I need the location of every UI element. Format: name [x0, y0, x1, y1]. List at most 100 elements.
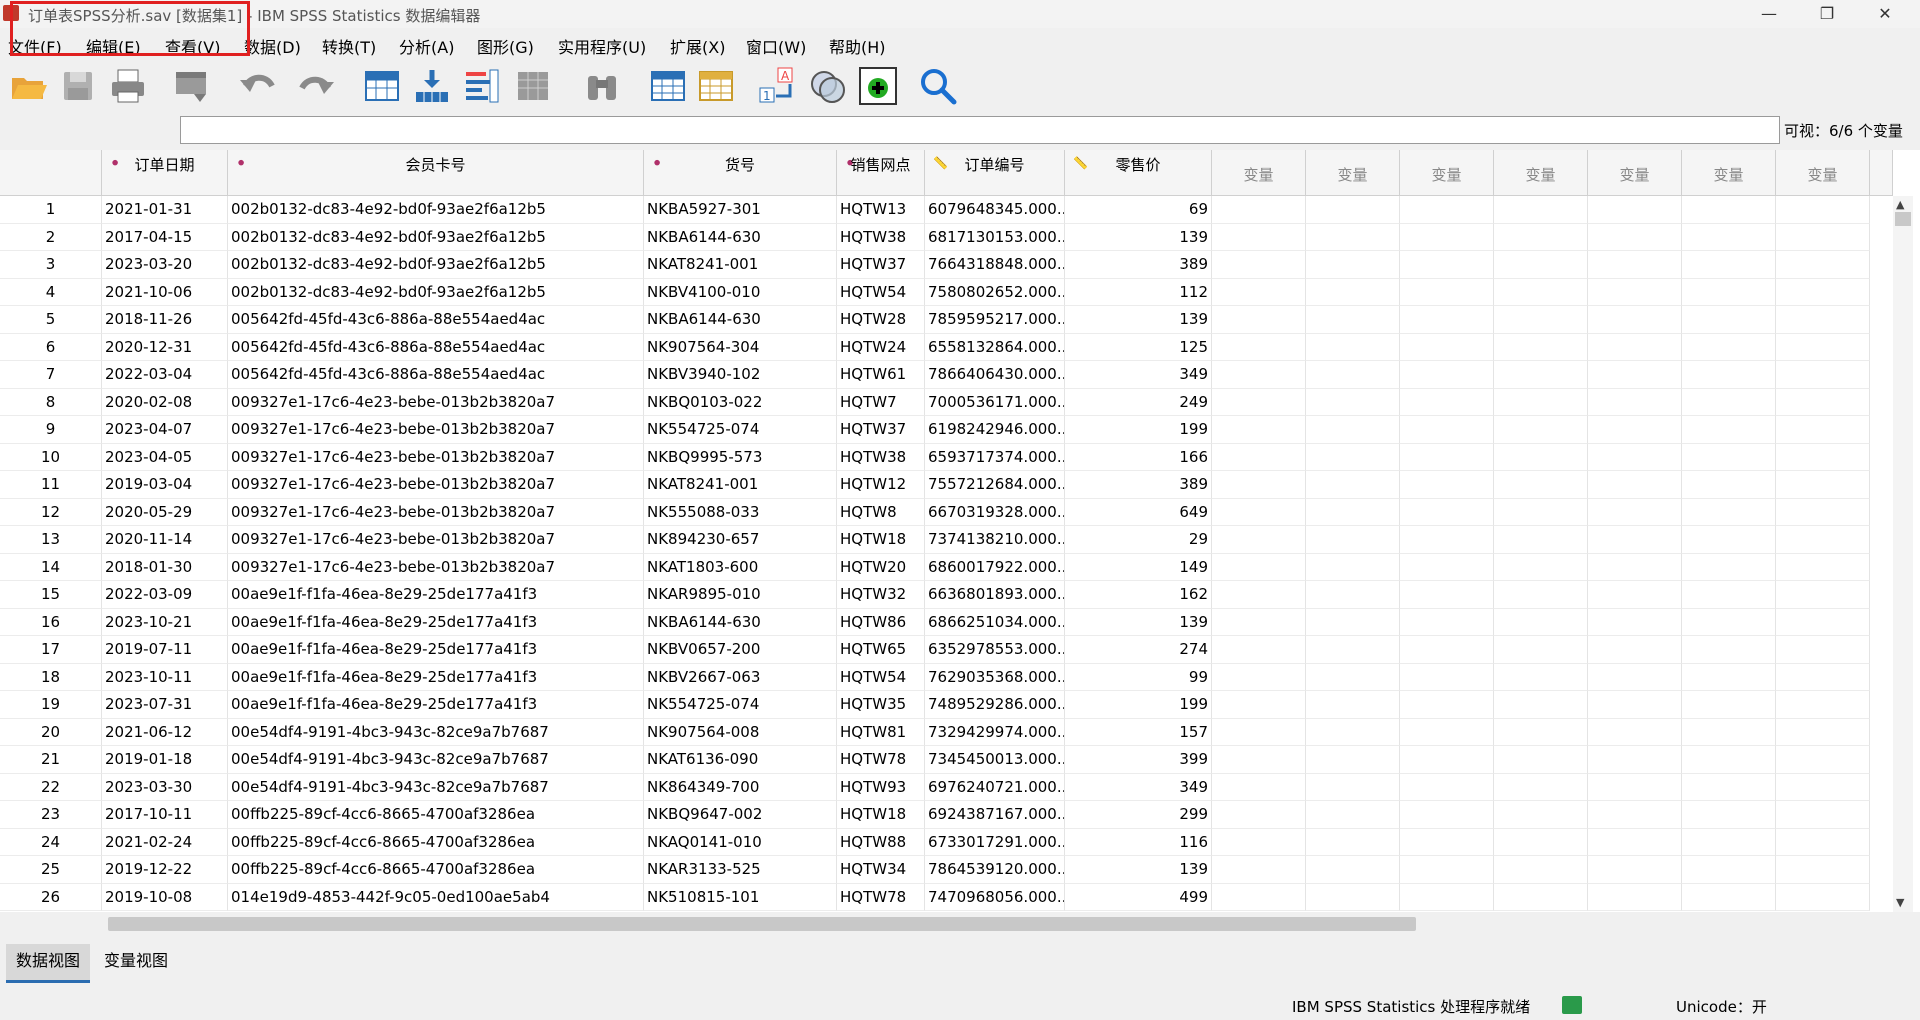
- empty-cell[interactable]: [1588, 636, 1682, 664]
- empty-cell[interactable]: [1400, 691, 1494, 719]
- empty-cell[interactable]: [1400, 251, 1494, 279]
- empty-cell[interactable]: [1212, 196, 1306, 224]
- row-number[interactable]: 10: [0, 443, 102, 471]
- empty-variable-column[interactable]: [1870, 150, 1893, 196]
- cell-sales-outlet[interactable]: HQTW20: [837, 553, 925, 581]
- cell-order-date[interactable]: 2017-10-11: [102, 801, 228, 829]
- empty-cell[interactable]: [1400, 278, 1494, 306]
- empty-cell[interactable]: [1776, 251, 1870, 279]
- cell-sales-outlet[interactable]: HQTW32: [837, 581, 925, 609]
- row-number[interactable]: 21: [0, 746, 102, 774]
- cell-order-date[interactable]: 2017-04-15: [102, 223, 228, 251]
- empty-cell[interactable]: [1306, 361, 1400, 389]
- empty-cell[interactable]: [1682, 636, 1776, 664]
- cell-member-card[interactable]: 002b0132-dc83-4e92-bd0f-93ae2f6a12b5: [228, 196, 644, 224]
- cell-sales-outlet[interactable]: HQTW81: [837, 718, 925, 746]
- cell-order-id[interactable]: 7470968056.000...: [925, 883, 1065, 911]
- cell-sales-outlet[interactable]: HQTW88: [837, 828, 925, 856]
- cell-order-id[interactable]: 6733017291.000...: [925, 828, 1065, 856]
- empty-cell[interactable]: [1588, 388, 1682, 416]
- empty-cell[interactable]: [1306, 801, 1400, 829]
- cell-retail-price[interactable]: 116: [1065, 828, 1212, 856]
- cell-sales-outlet[interactable]: HQTW34: [837, 856, 925, 884]
- empty-cell[interactable]: [1494, 746, 1588, 774]
- empty-cell[interactable]: [1400, 581, 1494, 609]
- cell-order-date[interactable]: 2023-04-05: [102, 443, 228, 471]
- empty-cell[interactable]: [1306, 663, 1400, 691]
- empty-cell[interactable]: [1306, 553, 1400, 581]
- cell-item-no[interactable]: NKBV3940-102: [644, 361, 837, 389]
- cell-member-card[interactable]: 009327e1-17c6-4e23-bebe-013b2b3820a7: [228, 526, 644, 554]
- use-sets-icon[interactable]: [858, 66, 898, 106]
- row-number[interactable]: 13: [0, 526, 102, 554]
- cell-member-card[interactable]: 00e54df4-9191-4bc3-943c-82ce9a7b7687: [228, 773, 644, 801]
- empty-cell[interactable]: [1494, 471, 1588, 499]
- cell-sales-outlet[interactable]: HQTW37: [837, 416, 925, 444]
- empty-cell[interactable]: [1400, 333, 1494, 361]
- cell-item-no[interactable]: NK555088-033: [644, 498, 837, 526]
- cell-retail-price[interactable]: 349: [1065, 361, 1212, 389]
- menu-transform[interactable]: 转换(T): [322, 34, 376, 58]
- menu-extensions[interactable]: 扩展(X): [670, 34, 725, 58]
- empty-cell[interactable]: [1588, 553, 1682, 581]
- goto-case-icon[interactable]: [362, 66, 402, 106]
- empty-cell[interactable]: [1212, 636, 1306, 664]
- empty-cell[interactable]: [1588, 251, 1682, 279]
- tab-variable-view[interactable]: 变量视图: [94, 944, 178, 980]
- cell-retail-price[interactable]: 649: [1065, 498, 1212, 526]
- variables-icon[interactable]: [462, 66, 502, 106]
- cell-retail-price[interactable]: 199: [1065, 416, 1212, 444]
- cell-order-id[interactable]: 6924387167.000...: [925, 801, 1065, 829]
- cell-retail-price[interactable]: 149: [1065, 553, 1212, 581]
- column-header-sales-outlet[interactable]: ⚫ 销售网点: [837, 150, 925, 196]
- cell-sales-outlet[interactable]: HQTW18: [837, 526, 925, 554]
- scroll-up-arrow-icon[interactable]: ▲: [1896, 198, 1904, 211]
- menu-window[interactable]: 窗口(W): [746, 34, 806, 58]
- vertical-scrollbar[interactable]: ▲ ▼: [1893, 196, 1913, 912]
- empty-variable-column[interactable]: 变量: [1306, 150, 1400, 196]
- empty-cell[interactable]: [1306, 856, 1400, 884]
- cell-retail-price[interactable]: 162: [1065, 581, 1212, 609]
- row-number[interactable]: 4: [0, 278, 102, 306]
- row-number[interactable]: 3: [0, 251, 102, 279]
- empty-cell[interactable]: [1494, 691, 1588, 719]
- row-number[interactable]: 1: [0, 196, 102, 224]
- row-number[interactable]: 26: [0, 883, 102, 911]
- empty-cell[interactable]: [1212, 691, 1306, 719]
- cell-retail-price[interactable]: 199: [1065, 691, 1212, 719]
- empty-cell[interactable]: [1494, 883, 1588, 911]
- empty-cell[interactable]: [1400, 471, 1494, 499]
- empty-variable-column[interactable]: 变量: [1588, 150, 1682, 196]
- cell-retail-price[interactable]: 166: [1065, 443, 1212, 471]
- empty-cell[interactable]: [1776, 608, 1870, 636]
- search-icon[interactable]: [918, 66, 958, 106]
- row-number[interactable]: 14: [0, 553, 102, 581]
- empty-cell[interactable]: [1494, 388, 1588, 416]
- cell-order-date[interactable]: 2019-03-04: [102, 471, 228, 499]
- cell-sales-outlet[interactable]: HQTW86: [837, 608, 925, 636]
- cell-item-no[interactable]: NK894230-657: [644, 526, 837, 554]
- row-number[interactable]: 5: [0, 306, 102, 334]
- empty-variable-column[interactable]: 变量: [1400, 150, 1494, 196]
- cell-member-card[interactable]: 00ae9e1f-f1fa-46ea-8e29-25de177a41f3: [228, 608, 644, 636]
- cell-item-no[interactable]: NK510815-101: [644, 883, 837, 911]
- cell-sales-outlet[interactable]: HQTW65: [837, 636, 925, 664]
- empty-cell[interactable]: [1494, 251, 1588, 279]
- cell-member-card[interactable]: 00ae9e1f-f1fa-46ea-8e29-25de177a41f3: [228, 636, 644, 664]
- cell-retail-price[interactable]: 499: [1065, 883, 1212, 911]
- insert-variable-icon[interactable]: [696, 66, 736, 106]
- cell-sales-outlet[interactable]: HQTW54: [837, 663, 925, 691]
- empty-cell[interactable]: [1212, 581, 1306, 609]
- cell-order-date[interactable]: 2021-10-06: [102, 278, 228, 306]
- empty-cell[interactable]: [1682, 746, 1776, 774]
- empty-cell[interactable]: [1682, 663, 1776, 691]
- empty-cell[interactable]: [1776, 883, 1870, 911]
- empty-cell[interactable]: [1682, 333, 1776, 361]
- empty-cell[interactable]: [1588, 471, 1682, 499]
- empty-cell[interactable]: [1494, 416, 1588, 444]
- column-header-order-id[interactable]: 📏 订单编号: [925, 150, 1065, 196]
- cell-member-card[interactable]: 009327e1-17c6-4e23-bebe-013b2b3820a7: [228, 388, 644, 416]
- row-number[interactable]: 18: [0, 663, 102, 691]
- cell-sales-outlet[interactable]: HQTW78: [837, 883, 925, 911]
- empty-cell[interactable]: [1588, 498, 1682, 526]
